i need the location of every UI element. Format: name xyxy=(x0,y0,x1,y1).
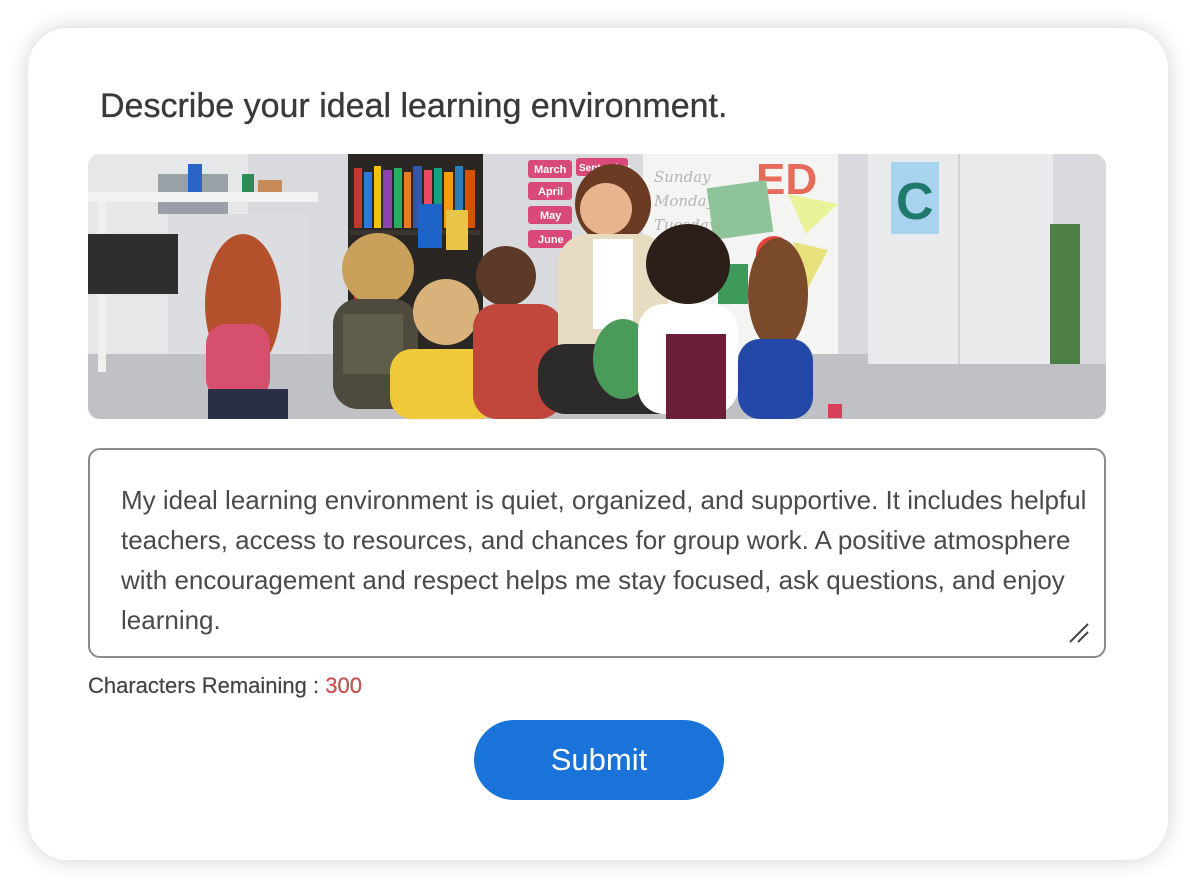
submit-button[interactable]: Submit xyxy=(474,720,724,800)
calendar-march-text: March xyxy=(534,164,567,176)
characters-remaining-value: 300 xyxy=(325,673,362,698)
letter-card-c: C xyxy=(896,173,934,231)
characters-remaining-label: Characters Remaining : xyxy=(88,673,326,698)
answer-text[interactable]: My ideal learning environment is quiet, … xyxy=(121,480,1091,640)
answer-textarea[interactable]: My ideal learning environment is quiet, … xyxy=(88,448,1106,658)
resize-handle-icon[interactable] xyxy=(1068,622,1090,644)
whiteboard-monday: Monday xyxy=(653,192,716,210)
calendar-june-text: June xyxy=(538,234,564,246)
characters-remaining: Characters Remaining : 300 xyxy=(88,672,362,700)
calendar-may-text: May xyxy=(540,210,562,222)
classroom-photo: March September April May June Sunday Mo… xyxy=(88,154,1106,419)
question-title: Describe your ideal learning environment… xyxy=(100,87,728,125)
calendar-april-text: April xyxy=(538,186,563,198)
whiteboard-sunday: Sunday xyxy=(654,168,711,186)
